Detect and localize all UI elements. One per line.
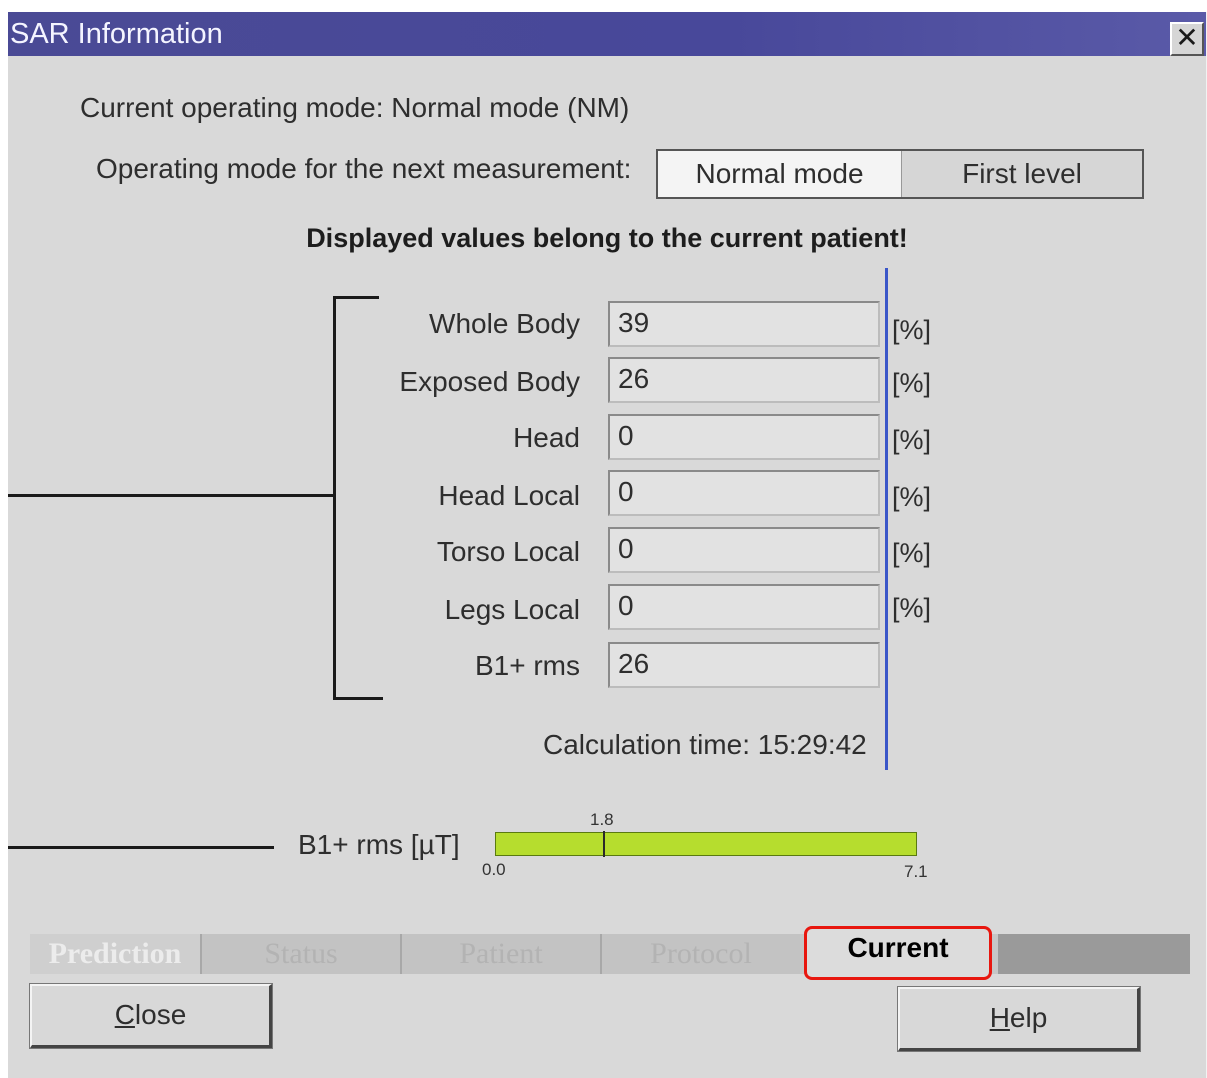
next-mode-label: Operating mode for the next measurement: <box>96 153 632 184</box>
tab-patient[interactable]: Patient <box>400 934 600 974</box>
first-level-button[interactable]: First level <box>902 151 1142 197</box>
b1-gauge-bar <box>495 831 917 857</box>
b1-rms-label: B1+ rms <box>474 650 580 681</box>
divider-line <box>885 268 888 770</box>
tab-strip: Prediction Status Patient Protocol Curre… <box>30 926 1190 980</box>
help-button[interactable]: Help <box>897 986 1141 1052</box>
sar-information-dialog: SAR Information ✕ Current operating mode… <box>8 12 1207 1078</box>
close-button[interactable]: Close <box>29 983 273 1049</box>
tab-protocol[interactable]: Protocol <box>600 934 800 974</box>
torso-local-label: Torso Local <box>436 536 580 567</box>
tab-status[interactable]: Status <box>200 934 400 974</box>
legs-local-field[interactable]: 0 <box>608 584 880 630</box>
b1-rms-field[interactable]: 26 <box>608 642 880 688</box>
b1-gauge-label: B1+ rms [µT] <box>298 829 460 860</box>
b1-gauge-marker <box>603 831 605 857</box>
current-patient-notice: Displayed values belong to the current p… <box>306 223 908 253</box>
tab-prediction[interactable]: Prediction <box>30 934 200 974</box>
help-button-label: elp <box>1009 1002 1048 1033</box>
title-bar[interactable]: SAR Information ✕ <box>8 12 1206 56</box>
calculation-time: Calculation time: 15:29:42 <box>543 729 867 760</box>
b1-gauge-marker-value: 1.8 <box>590 810 614 829</box>
head-field[interactable]: 0 <box>608 414 880 460</box>
torso-local-unit: [%] <box>892 538 932 568</box>
close-icon[interactable]: ✕ <box>1170 22 1204 56</box>
head-local-field[interactable]: 0 <box>608 470 880 516</box>
window-title: SAR Information <box>10 18 223 50</box>
bracket-bottom <box>333 697 383 700</box>
operating-mode-toggle: Normal mode First level <box>656 149 1144 199</box>
head-label: Head <box>513 422 580 453</box>
whole-body-label: Whole Body <box>429 308 580 339</box>
whole-body-unit: [%] <box>892 315 932 345</box>
tab-strip-filler <box>998 934 1190 974</box>
tab-current[interactable]: Current <box>804 926 992 980</box>
exposed-body-field[interactable]: 26 <box>608 357 880 403</box>
current-operating-mode: Current operating mode: Normal mode (NM) <box>80 92 630 123</box>
head-local-label: Head Local <box>438 480 580 511</box>
close-mnemonic: C <box>114 999 135 1030</box>
b1-gauge-max: 7.1 <box>904 862 928 881</box>
help-mnemonic: H <box>989 1002 1010 1033</box>
whole-body-field[interactable]: 39 <box>608 301 880 347</box>
head-local-unit: [%] <box>892 482 932 512</box>
b1-gauge-min: 0.0 <box>482 860 506 879</box>
legs-local-unit: [%] <box>892 593 932 623</box>
torso-local-field[interactable]: 0 <box>608 527 880 573</box>
exposed-body-label: Exposed Body <box>399 366 580 397</box>
bracket-top <box>333 296 379 299</box>
legs-local-label: Legs Local <box>444 594 580 625</box>
gauge-connector <box>8 846 274 849</box>
exposed-body-unit: [%] <box>892 368 932 398</box>
head-unit: [%] <box>892 425 932 455</box>
normal-mode-button[interactable]: Normal mode <box>658 151 902 197</box>
close-button-label: lose <box>134 999 187 1030</box>
